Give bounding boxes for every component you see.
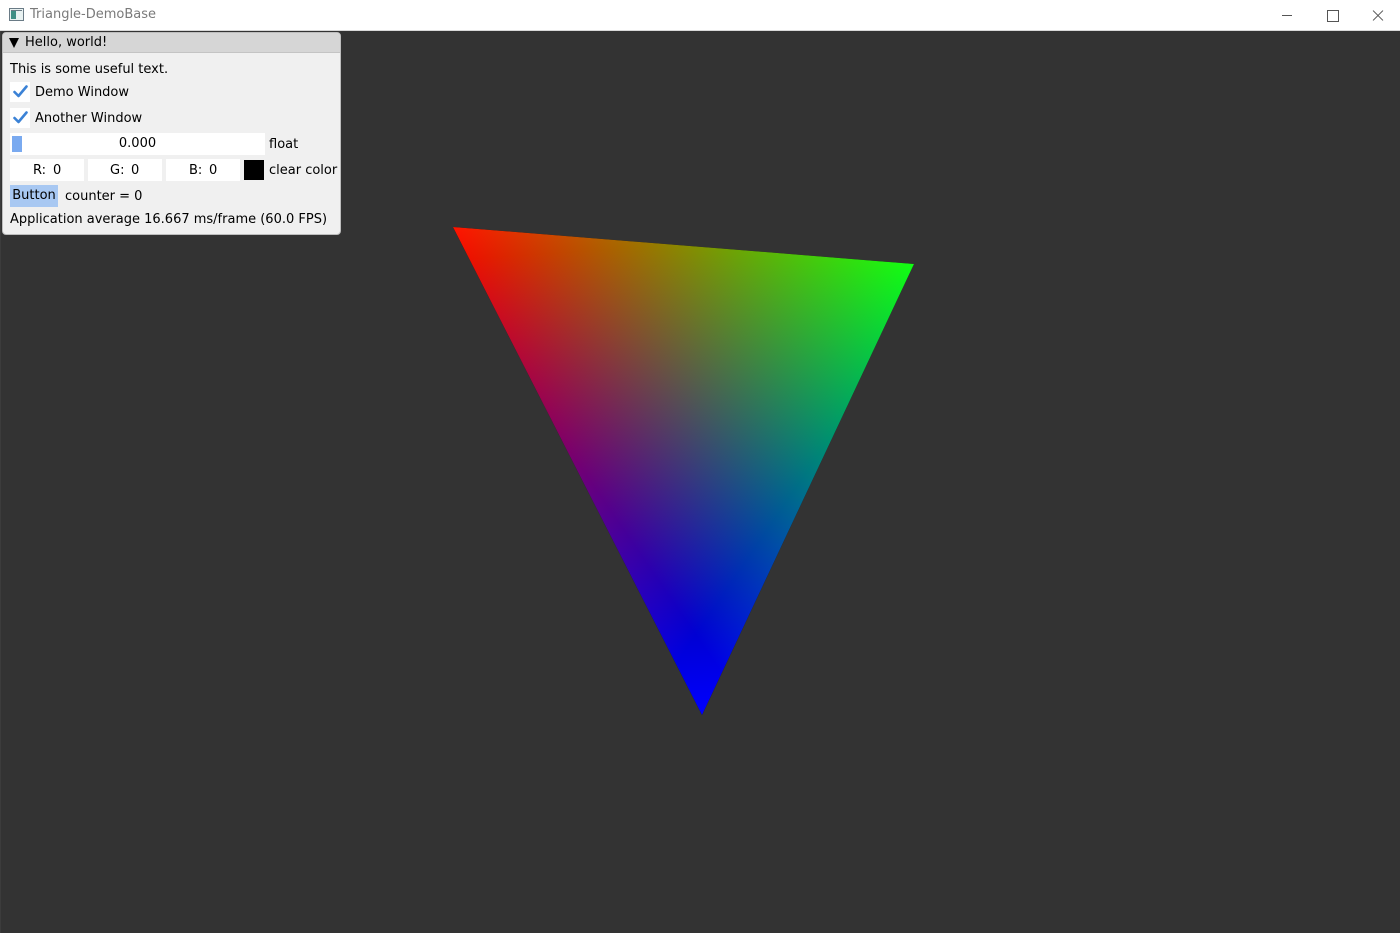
collapse-arrow-icon[interactable] — [9, 38, 19, 48]
color-b-drag[interactable]: B: 0 — [166, 159, 240, 181]
color-g-drag[interactable]: G: 0 — [88, 159, 162, 181]
color-r-drag[interactable]: R: 0 — [10, 159, 84, 181]
imgui-titlebar[interactable]: Hello, world! — [3, 33, 340, 53]
checkmark-icon — [13, 85, 28, 98]
checkmark-icon — [13, 111, 28, 124]
counter-button[interactable]: Button — [10, 185, 58, 207]
color-g-value: 0 — [131, 163, 140, 178]
demo-window-checkbox[interactable] — [10, 82, 30, 102]
color-b-value: 0 — [209, 163, 218, 178]
color-b-label: B: — [189, 163, 203, 178]
window-title: Triangle-DemoBase — [30, 7, 157, 22]
imgui-window[interactable]: Hello, world! This is some useful text. … — [2, 32, 341, 235]
minimize-button[interactable] — [1264, 0, 1310, 31]
demo-window-label: Demo Window — [35, 85, 130, 100]
slider-label: float — [269, 137, 299, 152]
useful-text: This is some useful text. — [10, 62, 169, 77]
triangle-blue-vertex-shade — [453, 227, 914, 715]
color-r-value: 0 — [53, 163, 62, 178]
close-button[interactable] — [1354, 0, 1400, 31]
window-titlebar[interactable]: Triangle-DemoBase — [0, 0, 1400, 31]
another-window-checkbox[interactable] — [10, 108, 30, 128]
fps-stats: Application average 16.667 ms/frame (60.… — [10, 212, 328, 227]
float-slider[interactable]: 0.000 — [10, 133, 265, 155]
color-g-label: G: — [110, 163, 125, 178]
slider-value: 0.000 — [118, 136, 157, 151]
app-icon — [9, 8, 24, 21]
maximize-button[interactable] — [1309, 0, 1355, 31]
clear-color-label: clear color — [269, 163, 338, 178]
counter-text: counter = 0 — [65, 189, 143, 204]
clear-color-swatch[interactable] — [244, 160, 264, 180]
another-window-label: Another Window — [35, 111, 143, 126]
color-r-label: R: — [33, 163, 47, 178]
imgui-title: Hello, world! — [25, 35, 108, 50]
